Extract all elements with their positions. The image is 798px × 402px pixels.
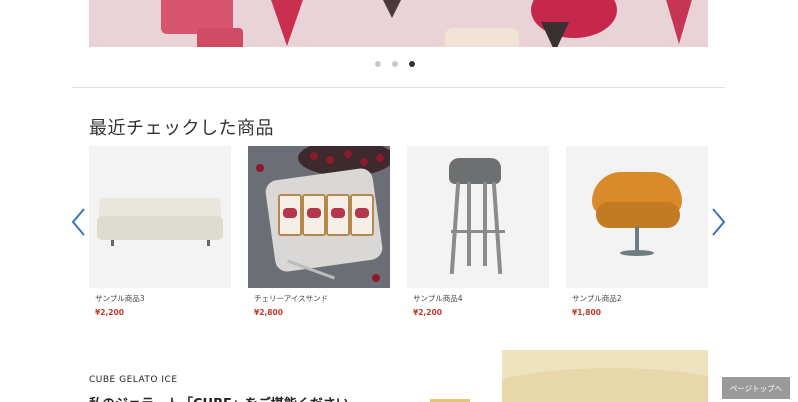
jam-filling [307,208,321,218]
gelato-texture-image [502,350,708,402]
cherry [344,150,352,158]
carousel-dot-1[interactable] [375,61,381,67]
bar-stool-image[interactable] [407,146,549,288]
feature-heading: 私のジェラート「CUBE」をご堪能ください [89,393,349,402]
product-price: ¥2,200 [413,308,442,317]
product-price: ¥1,800 [572,308,601,317]
product-name[interactable]: サンプル商品3 [95,293,231,304]
product-price: ¥2,200 [95,308,124,317]
hero-banner-image[interactable] [89,0,708,47]
carousel-dot-2[interactable] [392,61,398,67]
chair-seat-shape [596,202,680,228]
sofa-seat-shape [97,216,223,240]
sandwich-piece [302,194,326,236]
sofa-leg-shape [207,240,210,246]
stool-leg-shape [483,182,487,266]
cone-shape [541,22,569,47]
jam-filling [331,208,345,218]
chevron-left-icon [71,208,85,236]
ice-sandwich-image[interactable] [248,146,390,288]
stool-footrest-shape [451,230,505,233]
chair-base-shape [620,250,654,256]
feature-label: CUBE GELATO ICE [89,375,178,385]
product-card[interactable]: チェリーアイスサンド ¥2,800 [248,146,390,317]
cherry [372,274,380,282]
product-card[interactable]: サンプル商品4 ¥2,200 [407,146,549,317]
stool-leg-shape [449,181,461,275]
product-card[interactable]: サンプル商品3 ¥2,200 [89,146,231,317]
stool-leg-shape [467,182,471,266]
cone-shape [665,0,693,44]
product-name[interactable]: サンプル商品2 [572,293,708,304]
cherry [326,156,334,164]
cone-shape [269,0,305,46]
product-name[interactable]: サンプル商品4 [413,293,549,304]
chair-stem-shape [635,226,639,252]
recent-items-title: 最近チェックした商品 [89,118,274,139]
stool-leg-shape [491,181,503,275]
vanilla-scoop-shape [445,28,519,47]
jam-filling [355,208,369,218]
product-price: ¥2,800 [254,308,283,317]
chevron-right-icon [712,208,726,236]
jam-filling [283,208,297,218]
carousel-dots [375,61,415,67]
sandwich-piece [326,194,350,236]
product-name[interactable]: チェリーアイスサンド [254,293,390,304]
sandwich-piece [278,194,302,236]
sofa-image[interactable] [89,146,231,288]
product-card[interactable]: サンプル商品2 ¥1,800 [566,146,708,317]
sandwich-piece [350,194,374,236]
carousel-next-button[interactable] [709,207,727,237]
cherry [310,152,318,160]
cherry [376,154,384,162]
stool-seat-shape [449,158,501,184]
sofa-leg-shape [111,240,114,246]
cone-shape [381,0,403,18]
cherry [256,164,264,172]
section-divider [72,87,725,88]
carousel-prev-button[interactable] [70,207,88,237]
carousel-dot-3[interactable] [409,61,415,67]
gelato-cube-shape [197,28,243,47]
gelato-wave-shape [502,368,708,402]
cherry [360,158,368,166]
lounge-chair-image[interactable] [566,146,708,288]
page-top-button[interactable]: ページトップへ [722,377,790,399]
